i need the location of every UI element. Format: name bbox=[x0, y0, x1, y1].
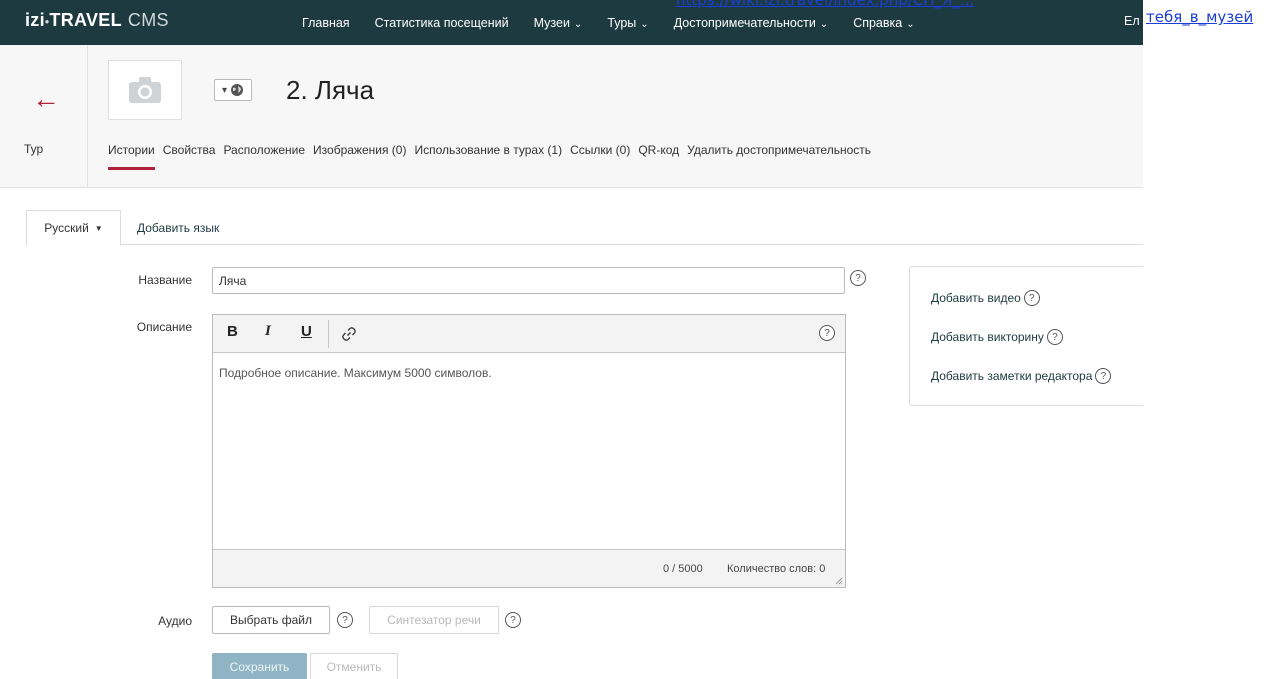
back-column: ← Тур bbox=[0, 45, 88, 188]
visibility-dropdown[interactable]: ▾ bbox=[214, 79, 252, 101]
nav-sights-label: Достопримечательности bbox=[673, 15, 816, 30]
nav-museums[interactable]: Музеи ⌄ bbox=[534, 16, 583, 30]
audio-label: Аудио bbox=[158, 614, 192, 628]
tab-stories[interactable]: Истории bbox=[108, 143, 155, 170]
overlay-url-fragment[interactable]: https://wiki.izi.travel/index.php/СП_Я_.… bbox=[676, 0, 1064, 9]
toolbar-divider bbox=[328, 320, 329, 348]
add-video-label: Добавить видео bbox=[931, 291, 1021, 305]
add-video-link[interactable]: Добавить видео? bbox=[931, 290, 1040, 306]
resize-grip-icon[interactable] bbox=[835, 577, 843, 585]
speech-synthesizer-button[interactable]: Синтезатор речи bbox=[369, 606, 499, 634]
page-title: 2. Ляча bbox=[286, 75, 375, 105]
help-icon[interactable]: ? bbox=[819, 325, 835, 341]
language-tabs: Русский ▼ Добавить язык bbox=[26, 210, 1143, 246]
section-tabs: Истории Свойства Расположение Изображени… bbox=[108, 143, 879, 170]
nav-museums-label: Музеи bbox=[533, 15, 570, 30]
help-icon[interactable]: ? bbox=[850, 270, 866, 286]
add-editor-notes-link[interactable]: Добавить заметки редактора? bbox=[931, 368, 1112, 384]
nav-statistics[interactable]: Статистика посещений bbox=[375, 16, 509, 30]
chevron-down-icon: ⌄ bbox=[819, 18, 829, 30]
add-notes-label: Добавить заметки редактора bbox=[931, 369, 1093, 383]
italic-button[interactable]: I bbox=[265, 323, 271, 340]
description-textarea[interactable]: Подробное описание. Максимум 5000 символ… bbox=[213, 354, 845, 550]
help-icon[interactable]: ? bbox=[1046, 329, 1063, 345]
logo-cms: CMS bbox=[127, 10, 169, 30]
nav-home-label: Главная bbox=[302, 15, 350, 30]
caret-down-icon: ▼ bbox=[94, 223, 103, 233]
description-editor: B I U ? Подробное описание. Максимум 500… bbox=[212, 314, 846, 588]
add-quiz-label: Добавить викторину bbox=[931, 330, 1044, 344]
logo-izi: izi bbox=[25, 10, 45, 30]
chevron-down-icon: ⌄ bbox=[906, 18, 915, 30]
tab-qr-code[interactable]: QR-код bbox=[638, 143, 679, 157]
tab-delete-sight[interactable]: Удалить достопримечательность bbox=[687, 143, 871, 157]
caret-down-icon: ▾ bbox=[221, 84, 228, 96]
media-side-panel: Добавить видео? Добавить викторину? Доба… bbox=[909, 266, 1143, 406]
nav-help-label: Справка bbox=[853, 15, 903, 30]
save-button[interactable]: Сохранить bbox=[212, 653, 307, 679]
nav-home[interactable]: Главная bbox=[302, 16, 350, 30]
help-icon[interactable]: ? bbox=[337, 612, 353, 628]
overlay-url-text: https://wiki.izi.travel/index.php/СП_Я_.… bbox=[676, 0, 975, 9]
page-header: ← Тур ▾ 2. Ляча Истории Свойства Располо… bbox=[0, 45, 1143, 188]
help-icon[interactable]: ? bbox=[1095, 368, 1112, 384]
description-label: Описание bbox=[136, 320, 192, 334]
user-menu[interactable]: Ел bbox=[1124, 14, 1143, 28]
editor-toolbar: B I U ? bbox=[213, 315, 845, 353]
language-current: Русский bbox=[44, 221, 89, 235]
overlay-url-link[interactable]: тебя_в_музей bbox=[1146, 8, 1258, 26]
nav-tours-label: Туры bbox=[607, 15, 637, 30]
add-language-link[interactable]: Добавить язык bbox=[137, 221, 219, 235]
nav-tours[interactable]: Туры ⌄ bbox=[607, 16, 648, 30]
app-logo[interactable]: izi•TRAVEL CMS bbox=[25, 10, 169, 31]
bold-button[interactable]: B bbox=[227, 323, 238, 340]
character-count: 0 / 5000 bbox=[663, 563, 703, 575]
language-selector[interactable]: Русский ▼ bbox=[26, 210, 121, 246]
add-quiz-link[interactable]: Добавить викторину? bbox=[931, 329, 1063, 345]
name-label: Название bbox=[138, 273, 192, 287]
cancel-button[interactable]: Отменить bbox=[310, 653, 398, 679]
nav-help[interactable]: Справка ⌄ bbox=[853, 16, 914, 30]
camera-icon bbox=[129, 77, 161, 103]
choose-file-button[interactable]: Выбрать файл bbox=[212, 606, 330, 634]
tab-links[interactable]: Ссылки (0) bbox=[570, 143, 630, 157]
image-placeholder[interactable] bbox=[108, 60, 182, 120]
help-icon[interactable]: ? bbox=[505, 612, 521, 628]
chevron-down-icon: ⌄ bbox=[573, 18, 583, 30]
word-count: Количество слов: 0 bbox=[727, 563, 826, 575]
back-arrow-icon[interactable]: ← bbox=[32, 85, 60, 113]
logo-travel: TRAVEL bbox=[49, 10, 122, 30]
nav-sights[interactable]: Достопримечательности ⌄ bbox=[674, 16, 829, 30]
link-icon[interactable] bbox=[341, 326, 357, 342]
editor-footer: 0 / 5000 Количество слов: 0 bbox=[213, 549, 845, 587]
tab-location[interactable]: Расположение bbox=[223, 143, 305, 157]
name-input[interactable] bbox=[212, 267, 845, 294]
chevron-down-icon: ⌄ bbox=[640, 18, 649, 30]
back-label[interactable]: Тур bbox=[24, 142, 43, 156]
tab-images[interactable]: Изображения (0) bbox=[313, 143, 406, 157]
tab-properties[interactable]: Свойства bbox=[163, 143, 216, 157]
underline-button[interactable]: U bbox=[301, 323, 312, 340]
help-icon[interactable]: ? bbox=[1023, 290, 1040, 306]
globe-icon bbox=[231, 84, 244, 96]
tab-tour-usage[interactable]: Использование в турах (1) bbox=[414, 143, 562, 157]
nav-statistics-label: Статистика посещений bbox=[374, 15, 509, 30]
